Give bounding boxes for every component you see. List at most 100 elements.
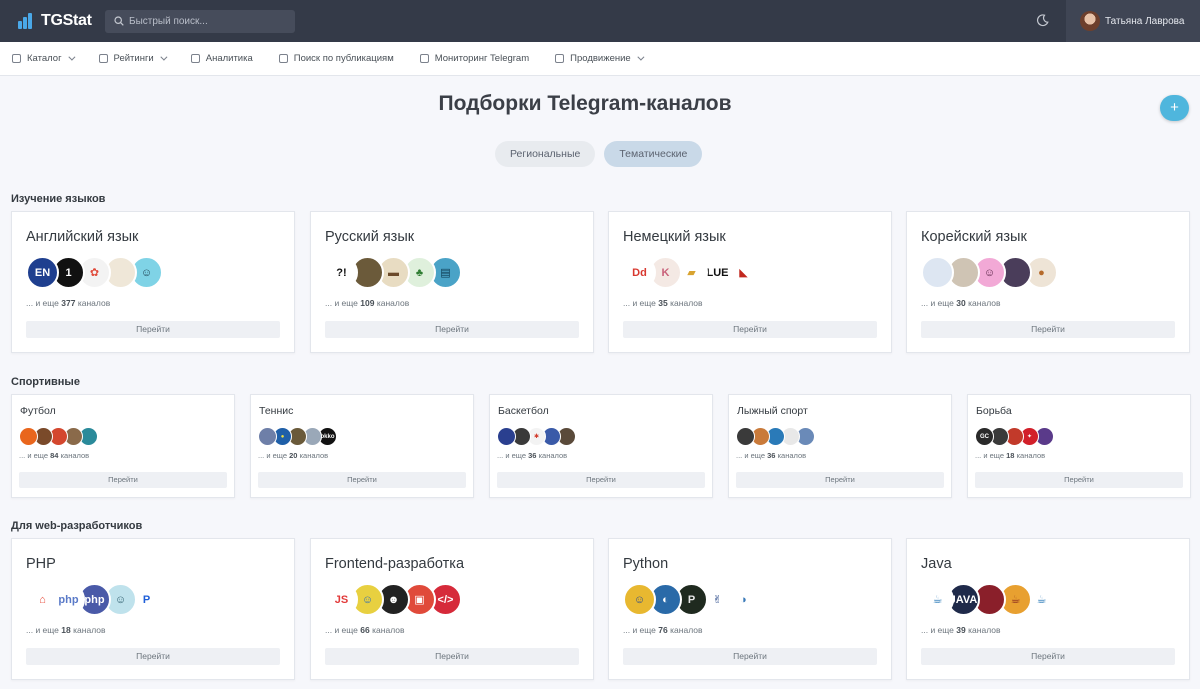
collection-card: Борьба GC ✦ ... и еще 18 каналов Перейти [967, 394, 1191, 498]
more-suffix: каналов [968, 298, 1001, 308]
go-button[interactable]: Перейти [325, 648, 579, 665]
channel-count: ... и еще 109 каналов [325, 298, 409, 308]
tab-regional[interactable]: Региональные [495, 141, 596, 167]
channel-avatar[interactable] [497, 427, 516, 446]
go-button[interactable]: Перейти [26, 648, 280, 665]
nav-item-1[interactable]: Рейтинги [98, 53, 168, 64]
more-suffix: каналов [777, 451, 807, 460]
collection-card: Python ☺ ◐ P ✌ ◑ ... и еще 76 каналов Перейти [608, 538, 892, 680]
channel-avatars: Dd K ▰ LUE ◣ [623, 256, 760, 289]
count-value: 377 [61, 298, 76, 308]
tab-thematic[interactable]: Тематические [604, 141, 703, 167]
more-prefix: ... и еще [26, 298, 59, 308]
channel-avatar[interactable] [921, 256, 954, 289]
channel-count: ... и еще 18 каналов [26, 625, 106, 635]
channel-avatar[interactable]: GC [975, 427, 994, 446]
go-button[interactable]: Перейти [921, 321, 1175, 338]
card-title[interactable]: Немецкий язык [623, 229, 726, 245]
go-button[interactable]: Перейти [736, 472, 944, 488]
nav-item-5[interactable]: Продвижение [555, 53, 645, 64]
channel-count: ... и еще 76 каналов [623, 625, 703, 635]
nav-item-label: Мониторинг Telegram [434, 53, 530, 64]
channel-count: ... и еще 36 каналов [497, 451, 567, 460]
nav-item-2[interactable]: Аналитика [190, 53, 253, 64]
go-button[interactable]: Перейти [258, 472, 466, 488]
go-button[interactable]: Перейти [921, 648, 1175, 665]
chevron-down-icon [67, 53, 75, 61]
channel-avatar[interactable]: ☺ [623, 583, 656, 616]
page-title: Подборки Telegram-каналов [438, 92, 732, 115]
more-suffix: каналов [299, 451, 329, 460]
go-button[interactable]: Перейти [623, 321, 877, 338]
card-title[interactable]: PHP [26, 556, 56, 572]
more-prefix: ... и еще [26, 625, 59, 635]
count-value: 35 [658, 298, 668, 308]
card-title[interactable]: Борьба [976, 405, 1012, 417]
card-title[interactable]: Frontend-разработка [325, 556, 464, 572]
channel-avatars: ⌂ php php ☺ P [26, 583, 163, 616]
more-suffix: каналов [1016, 451, 1046, 460]
channel-avatar[interactable]: ?! [325, 256, 358, 289]
go-button[interactable]: Перейти [325, 321, 579, 338]
count-value: 18 [1006, 451, 1015, 460]
more-prefix: ... и еще [258, 451, 288, 460]
add-button[interactable]: + [1160, 95, 1189, 121]
collection-card: Немецкий язык Dd K ▰ LUE ◣ ... и еще 35 канало… [608, 211, 892, 353]
card-title[interactable]: Корейский язык [921, 229, 1027, 245]
card-title[interactable]: Python [623, 556, 668, 572]
collection-card: Баскетбол ✱ ... и еще 36 каналов Перейти [489, 394, 713, 498]
moon-icon[interactable] [1036, 14, 1049, 27]
avatar [1080, 11, 1100, 31]
nav-item-4[interactable]: Мониторинг Telegram [419, 53, 530, 64]
more-suffix: каналов [60, 451, 90, 460]
go-button[interactable]: Перейти [26, 321, 280, 338]
channel-avatar[interactable] [258, 427, 277, 446]
more-prefix: ... и еще [19, 451, 49, 460]
go-button[interactable]: Перейти [19, 472, 227, 488]
go-button[interactable]: Перейти [497, 472, 705, 488]
channel-avatar[interactable]: JS [325, 583, 358, 616]
card-title[interactable]: Английский язык [26, 229, 138, 245]
count-value: 39 [956, 625, 966, 635]
channel-avatars [736, 427, 815, 446]
search-placeholder: Быстрый поиск... [129, 15, 208, 27]
rocket-icon [555, 54, 565, 63]
search-input[interactable]: Быстрый поиск... [105, 9, 295, 33]
go-button[interactable]: Перейти [975, 472, 1183, 488]
channel-avatar[interactable]: Dd [623, 256, 656, 289]
count-value: 30 [956, 298, 966, 308]
nav-item-label: Аналитика [205, 53, 253, 64]
collection-card: Футбол ... и еще 84 каналов Перейти [11, 394, 235, 498]
go-button[interactable]: Перейти [623, 648, 877, 665]
card-title[interactable]: Java [921, 556, 952, 572]
channel-avatar[interactable]: EN [26, 256, 59, 289]
section-title: Изучение языков [11, 193, 106, 205]
collection-card: Frontend-разработка JS ☺ ☻ ▣ </> ... и еще 66 … [310, 538, 594, 680]
card-title[interactable]: Футбол [20, 405, 56, 417]
app-logo[interactable]: TGStat [0, 12, 105, 30]
user-menu[interactable]: Татьяна Лаврова [1066, 0, 1200, 42]
more-prefix: ... и еще [975, 451, 1005, 460]
channel-avatar[interactable] [736, 427, 755, 446]
card-title[interactable]: Русский язык [325, 229, 414, 245]
count-value: 20 [289, 451, 298, 460]
channel-avatar[interactable] [19, 427, 38, 446]
card-title[interactable]: Лыжный спорт [737, 405, 808, 417]
nav-item-3[interactable]: Поиск по публикациям [278, 53, 394, 64]
count-value: 36 [767, 451, 776, 460]
count-value: 84 [50, 451, 59, 460]
channel-count: ... и еще 30 каналов [921, 298, 1001, 308]
channel-avatars: ☺ ● [921, 256, 1058, 289]
channel-count: ... и еще 39 каналов [921, 625, 1001, 635]
channel-avatar[interactable]: ☕ [921, 583, 954, 616]
count-value: 66 [360, 625, 370, 635]
card-title[interactable]: Баскетбол [498, 405, 549, 417]
channel-avatars: ?! ▬ ♣ ▤ [325, 256, 462, 289]
nav-item-0[interactable]: Каталог [12, 53, 75, 64]
card-title[interactable]: Теннис [259, 405, 293, 417]
channel-avatars: EN 1 ✿ ☺ [26, 256, 163, 289]
channel-avatar[interactable]: ⌂ [26, 583, 59, 616]
more-suffix: каналов [73, 625, 106, 635]
collection-card: PHP ⌂ php php ☺ P ... и еще 18 каналов Перейти [11, 538, 295, 680]
channel-count: ... и еще 18 каналов [975, 451, 1045, 460]
